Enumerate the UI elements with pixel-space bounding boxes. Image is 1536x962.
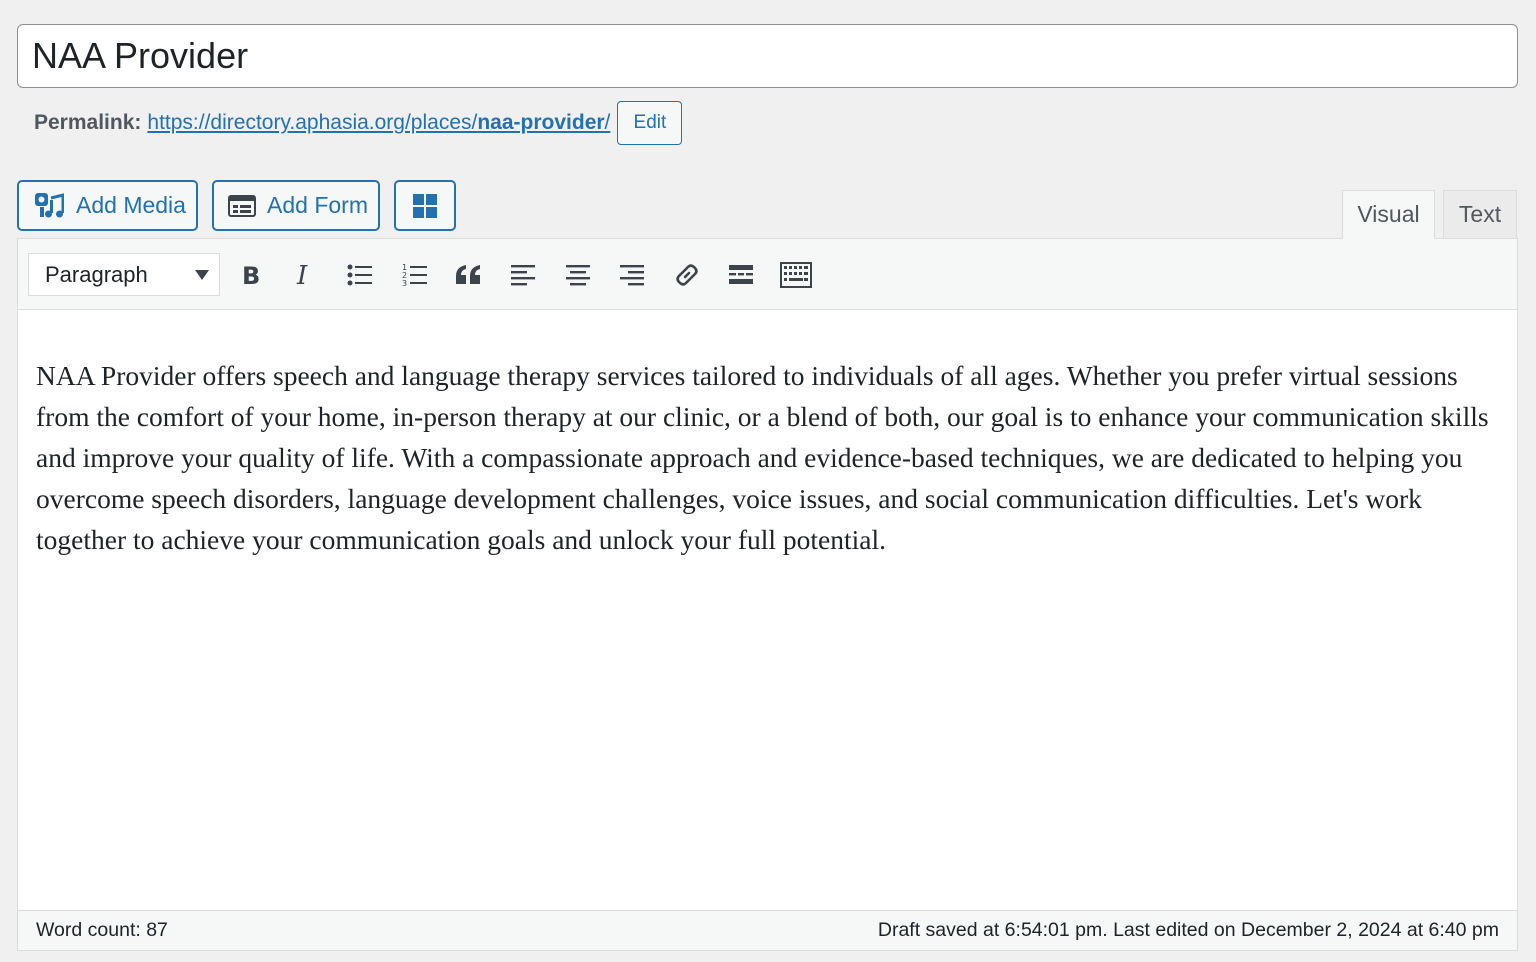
align-center-icon: [566, 265, 590, 286]
blockquote-button[interactable]: [449, 255, 489, 295]
permalink-base: https://directory.aphasia.org/places/: [147, 111, 478, 134]
tab-visual[interactable]: Visual: [1342, 190, 1435, 239]
bulleted-list-icon: [347, 264, 372, 286]
link-icon: [676, 264, 698, 286]
format-select[interactable]: Paragraph: [28, 253, 220, 296]
blocks-grid-button[interactable]: [394, 180, 456, 231]
toolbar-toggle-icon: [780, 262, 812, 288]
editor-status-bar: Word count: 87 Draft saved at 6:54:01 pm…: [18, 910, 1517, 950]
numbered-list-icon: 1 2 3: [402, 263, 427, 288]
editor-toolbar: Paragraph B I 1 2 3: [18, 239, 1517, 310]
read-more-icon: [729, 265, 753, 284]
post-title-input[interactable]: [17, 24, 1518, 88]
form-icon: [228, 194, 256, 218]
permalink-slug: naa-provider: [477, 111, 605, 134]
add-media-button[interactable]: Add Media: [17, 180, 198, 231]
svg-text:B: B: [242, 262, 260, 288]
svg-text:I: I: [296, 262, 308, 288]
svg-text:3: 3: [402, 279, 407, 288]
align-center-button[interactable]: [558, 255, 598, 295]
permalink-label: Permalink:: [34, 111, 142, 134]
read-more-button[interactable]: [721, 255, 761, 295]
editor-container: Paragraph B I 1 2 3 NAA Provider offers …: [17, 238, 1518, 951]
permalink-link[interactable]: https://directory.aphasia.org/places/naa…: [147, 111, 610, 135]
add-form-label: Add Form: [267, 192, 368, 218]
chevron-down-icon: [195, 270, 209, 280]
tab-text[interactable]: Text: [1443, 190, 1517, 239]
word-count: Word count: 87: [36, 919, 168, 941]
permalink-edit-button[interactable]: Edit: [617, 101, 683, 145]
toolbar-toggle-button[interactable]: [776, 255, 816, 295]
bulleted-list-button[interactable]: [340, 255, 380, 295]
align-left-icon: [511, 265, 535, 286]
numbered-list-button[interactable]: 1 2 3: [395, 255, 435, 295]
align-right-button[interactable]: [612, 255, 652, 295]
add-media-label: Add Media: [76, 192, 186, 218]
permalink-trailing: /: [604, 111, 611, 134]
add-media-icon: [34, 192, 64, 220]
add-form-button[interactable]: Add Form: [212, 180, 380, 231]
align-left-button[interactable]: [503, 255, 543, 295]
align-right-icon: [620, 265, 644, 286]
autosave-status: Draft saved at 6:54:01 pm. Last edited o…: [877, 919, 1499, 941]
editor-content[interactable]: NAA Provider offers speech and language …: [18, 310, 1517, 560]
italic-button[interactable]: I: [285, 255, 325, 295]
blockquote-icon: [456, 265, 480, 284]
bold-icon: B: [242, 262, 260, 288]
bold-button[interactable]: B: [231, 255, 271, 295]
permalink-bar: Permalink: https://directory.aphasia.org…: [34, 101, 683, 145]
content-paragraph: NAA Provider offers speech and language …: [36, 360, 1489, 555]
italic-icon: I: [296, 262, 308, 288]
link-button[interactable]: [667, 255, 707, 295]
format-select-value: Paragraph: [45, 261, 148, 287]
grid-icon: [412, 193, 438, 219]
